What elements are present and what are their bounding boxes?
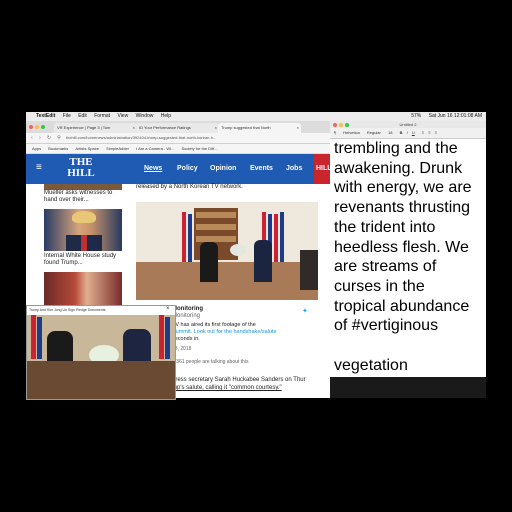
nav-events[interactable]: Events (250, 164, 273, 174)
format-toolbar: ¶ Helvetica Regular 18 B I U ≡ ≡ ≡ (330, 128, 486, 139)
minimize-window-icon[interactable] (339, 122, 343, 127)
menubar-clock[interactable]: Sat Jun 16 12:01:08 AM (429, 113, 482, 119)
textedit-window: Untitled 2 ¶ Helvetica Regular 18 B I U … (330, 121, 486, 377)
tweet-line: TV has aired its first footage of the (172, 322, 256, 328)
menu-edit[interactable]: Edit (78, 113, 87, 119)
close-icon[interactable]: × (166, 306, 170, 312)
menu-window[interactable]: Window (136, 113, 154, 119)
paragraph-style-select[interactable]: ¶ (334, 130, 336, 135)
story-caption[interactable]: Mueller asks witnesses to hand over thei… (44, 190, 124, 204)
hamburger-menu-icon[interactable]: ≡ (36, 163, 42, 173)
tweet-line: seconds in. (172, 336, 200, 342)
close-window-icon[interactable] (29, 125, 33, 129)
underline-button[interactable]: U (412, 130, 415, 135)
pip-title: Trump And Kim Jong Un Sign Pledge Docume… (29, 308, 106, 312)
menu-file[interactable]: File (63, 113, 71, 119)
browser-tab[interactable]: VR Experience | Page 3 | Tom × (54, 123, 137, 133)
tweet-line: Summit. Look out for the handshake/salut… (172, 329, 277, 335)
menu-help[interactable]: Help (161, 113, 171, 119)
reload-icon[interactable]: ↻ (46, 135, 52, 141)
nav-news[interactable]: News (144, 164, 162, 174)
article-body: press secretary Sarah Huckabee Sanders o… (172, 376, 330, 392)
close-tab-icon[interactable]: × (297, 123, 299, 133)
font-size-field[interactable]: 18 (388, 130, 392, 135)
pip-video-player[interactable]: Trump And Kim Jong Un Sign Pledge Docume… (26, 305, 176, 400)
nav-policy[interactable]: Policy (177, 164, 198, 174)
menu-app-name[interactable]: TextEdit (36, 113, 55, 119)
font-family-select[interactable]: Helvetica (343, 130, 359, 135)
twitter-bird-icon[interactable]: ✦ (302, 307, 308, 315)
close-window-icon[interactable] (333, 122, 337, 127)
minimize-window-icon[interactable] (35, 125, 39, 129)
tweet-engagement[interactable]: 2,361 people are talking about this (172, 359, 248, 365)
document-text[interactable]: trembling and the awakening. Drunk with … (334, 139, 484, 375)
tab-title: Trump suggested that North (221, 125, 271, 130)
lock-icon: ⚲ (57, 135, 61, 141)
align-center-icon[interactable]: ≡ (428, 130, 430, 135)
battery-status[interactable]: 57% (411, 113, 421, 119)
italic-button[interactable]: I (407, 130, 408, 135)
forward-icon[interactable]: › (37, 135, 43, 141)
site-header: ≡ THE HILL News Policy Opinion Events Jo… (26, 154, 330, 184)
lead-caption: released by a North Korean TV network. (136, 184, 243, 190)
tab-title: ID Your Performance Ratings (139, 125, 191, 130)
font-style-select[interactable]: Regular (367, 130, 381, 135)
close-tab-icon[interactable]: × (133, 123, 135, 133)
article-line: press secretary Sarah Huckabee Sanders o… (172, 377, 306, 383)
story-thumbnail[interactable] (44, 272, 122, 306)
back-icon[interactable]: ‹ (29, 135, 35, 141)
tab-title: VR Experience | Page 3 | Tom (57, 125, 111, 130)
bookmark-item[interactable]: Artists Space (75, 146, 99, 151)
lead-photo[interactable] (136, 202, 318, 300)
zoom-window-icon[interactable] (345, 122, 349, 127)
video-frame[interactable] (27, 315, 175, 399)
browser-tab-active[interactable]: Trump suggested that North × (218, 123, 301, 133)
nav-opinion[interactable]: Opinion (210, 164, 236, 174)
nav-jobs[interactable]: Jobs (286, 164, 302, 174)
logo-bottom: HILL (67, 167, 95, 179)
align-right-icon[interactable]: ≡ (435, 130, 437, 135)
bookmark-item[interactable]: SimpleAdder (106, 146, 129, 151)
bold-button[interactable]: B (400, 130, 403, 135)
align-left-icon[interactable]: ≡ (422, 130, 424, 135)
textedit-title: Untitled 2 (330, 121, 486, 128)
menu-view[interactable]: View (117, 113, 128, 119)
story-thumbnail[interactable] (44, 209, 122, 251)
zoom-window-icon[interactable] (41, 125, 45, 129)
browser-tab[interactable]: ID Your Performance Ratings × (136, 123, 219, 133)
bookmark-item[interactable]: I Am a Camera - Wi... (136, 146, 174, 151)
close-tab-icon[interactable]: × (215, 123, 217, 133)
url-field[interactable]: thehill.com/homenews/administration/3924… (66, 135, 316, 141)
site-logo[interactable]: THE HILL (64, 157, 98, 181)
tweet-text: TV has aired its first footage of the Su… (172, 322, 326, 343)
article-line: mp's salute, calling it "common courtesy… (172, 385, 282, 391)
bookmarks-bar: Apps Bookmarks Artists Space SimpleAdder… (26, 144, 330, 154)
bookmark-item[interactable]: Apps (32, 146, 41, 151)
dark-strip (330, 377, 486, 398)
bookmark-item[interactable]: Society for the Diff... (181, 146, 217, 151)
tab-strip: VR Experience | Page 3 | Tom × ID Your Pe… (26, 121, 330, 133)
address-bar: ‹ › ↻ ⚲ thehill.com/homenews/administrat… (26, 133, 330, 144)
story-caption[interactable]: Internal White House study found Trump..… (44, 253, 124, 267)
menu-format[interactable]: Format (94, 113, 110, 119)
bookmark-item[interactable]: Bookmarks (48, 146, 68, 151)
nav-hill-tv[interactable]: HILL (314, 154, 330, 184)
